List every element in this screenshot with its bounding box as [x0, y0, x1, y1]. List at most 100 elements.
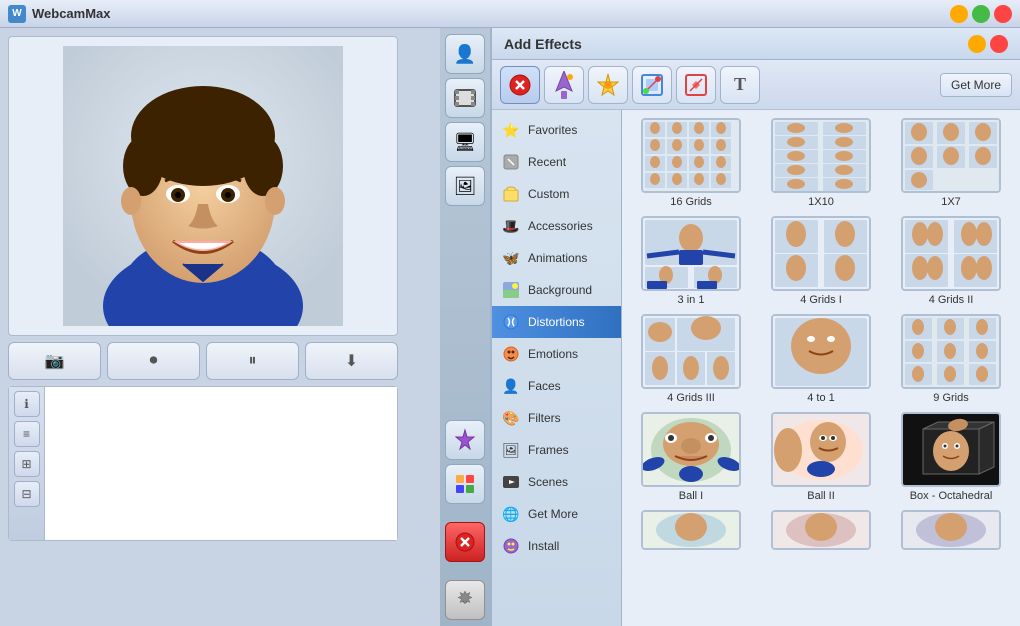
effect-16grids-label: 16 Grids — [670, 196, 712, 208]
strip-gear-button[interactable] — [445, 580, 485, 620]
maximize-button[interactable] — [972, 5, 990, 23]
tool-close-button[interactable] — [500, 66, 540, 104]
effect-4gridsiii-label: 4 Grids III — [667, 392, 715, 404]
category-install[interactable]: Install — [492, 530, 621, 562]
recent-label: Recent — [528, 155, 566, 169]
background-icon — [500, 279, 522, 301]
effect-ballii[interactable]: Ball II — [760, 412, 882, 502]
filters-label: Filters — [528, 411, 561, 425]
effect-balli[interactable]: Ball I — [630, 412, 752, 502]
tool-wizard-button[interactable] — [544, 66, 584, 104]
tool-text-button[interactable]: T — [720, 66, 760, 104]
frames-icon: 🖼 — [500, 439, 522, 461]
distortions-label: Distortions — [528, 315, 585, 329]
install-icon — [500, 535, 522, 557]
install-label: Install — [528, 539, 559, 553]
effect-balli-thumb — [641, 412, 741, 487]
background-label: Background — [528, 283, 592, 297]
animations-label: Animations — [528, 251, 587, 265]
effect-4gridsi[interactable]: 4 Grids I — [760, 216, 882, 306]
right-panel: Add Effects — [490, 28, 1020, 626]
category-emotions[interactable]: Emotions — [492, 338, 621, 370]
effect-4gridsiii[interactable]: 4 Grids III — [630, 314, 752, 404]
effect-9grids[interactable]: 9 Grids — [890, 314, 1012, 404]
effects-header-controls — [968, 35, 1008, 53]
strip-effects-button[interactable] — [445, 420, 485, 460]
effect-1x10[interactable]: 1X10 — [760, 118, 882, 208]
title-bar-controls — [950, 5, 1012, 23]
minimize-button[interactable] — [950, 5, 968, 23]
camera-button[interactable]: 📷 — [8, 342, 101, 380]
effect-1x7[interactable]: 1X7 — [890, 118, 1012, 208]
strip-screen-button[interactable]: 🖥 — [445, 122, 485, 162]
controls-row: 📷 ⏺ ⏸ ⬇ — [8, 342, 398, 380]
category-distortions[interactable]: Distortions — [492, 306, 621, 338]
category-faces[interactable]: 👤 Faces — [492, 370, 621, 402]
effect-3in1-thumb — [641, 216, 741, 291]
effect-4gridsii-label: 4 Grids II — [929, 294, 974, 306]
strip-film-button[interactable] — [445, 78, 485, 118]
category-animations[interactable]: 🦋 Animations — [492, 242, 621, 274]
effect-1x10-thumb — [771, 118, 871, 193]
record-button[interactable]: ⏺ — [107, 342, 200, 380]
download-button[interactable]: ⬇ — [305, 342, 398, 380]
category-favorites[interactable]: ⭐ Favorites — [492, 114, 621, 146]
getmore-label: Get More — [528, 507, 578, 521]
distortions-icon — [500, 311, 522, 333]
effects-title: Add Effects — [504, 36, 582, 52]
accessories-icon: 🎩 — [500, 215, 522, 237]
effect-balli-label: Ball I — [679, 490, 703, 502]
effects-close-button[interactable] — [990, 35, 1008, 53]
effects-body: ⭐ Favorites Recent — [492, 110, 1020, 626]
effects-grid: 16 Grids — [630, 118, 1012, 550]
effect-4gridsii[interactable]: 4 Grids II — [890, 216, 1012, 306]
strip-tools-button[interactable] — [445, 464, 485, 504]
category-scenes[interactable]: Scenes — [492, 466, 621, 498]
category-background[interactable]: Background — [492, 274, 621, 306]
close-button[interactable] — [994, 5, 1012, 23]
recent-icon — [500, 151, 522, 173]
category-accessories[interactable]: 🎩 Accessories — [492, 210, 621, 242]
effect-partial3[interactable] — [890, 510, 1012, 550]
effect-partial1-thumb — [641, 510, 741, 550]
layout-button[interactable]: ⊟ — [14, 481, 40, 507]
effect-partial2[interactable] — [760, 510, 882, 550]
list-button[interactable]: ≡ — [14, 421, 40, 447]
category-list: ⭐ Favorites Recent — [492, 110, 622, 626]
get-more-button[interactable]: Get More — [940, 73, 1012, 97]
tool-frame-button[interactable] — [632, 66, 672, 104]
effect-1x7-thumb — [901, 118, 1001, 193]
grid-button[interactable]: ⊞ — [14, 451, 40, 477]
strip-person-button[interactable]: 👤 — [445, 34, 485, 74]
effect-3in1[interactable]: 3 in 1 — [630, 216, 752, 306]
tool-effect2-button[interactable] — [676, 66, 716, 104]
app-title: WebcamMax — [32, 6, 111, 21]
effect-4to1[interactable]: 4 to 1 — [760, 314, 882, 404]
category-recent[interactable]: Recent — [492, 146, 621, 178]
pause-button[interactable]: ⏸ — [206, 342, 299, 380]
effect-box-thumb — [901, 412, 1001, 487]
effects-minimize-button[interactable] — [968, 35, 986, 53]
filters-icon: 🎨 — [500, 407, 522, 429]
strip-picture-button[interactable]: 🖼 — [445, 166, 485, 206]
effect-partial1[interactable] — [630, 510, 752, 550]
effect-box[interactable]: Box - Octahedral — [890, 412, 1012, 502]
effect-1x10-label: 1X10 — [808, 196, 834, 208]
category-filters[interactable]: 🎨 Filters — [492, 402, 621, 434]
effect-1x7-label: 1X7 — [941, 196, 961, 208]
category-getmore[interactable]: 🌐 Get More — [492, 498, 621, 530]
effect-ballii-thumb — [771, 412, 871, 487]
effect-16grids[interactable]: 16 Grids — [630, 118, 752, 208]
title-bar-left: W WebcamMax — [8, 5, 111, 23]
tool-effects-button[interactable] — [588, 66, 628, 104]
info-button[interactable]: ℹ — [14, 391, 40, 417]
effects-grid-container: 16 Grids — [622, 110, 1020, 626]
strip-stop-button[interactable] — [445, 522, 485, 562]
category-frames[interactable]: 🖼 Frames — [492, 434, 621, 466]
faces-icon: 👤 — [500, 375, 522, 397]
category-custom[interactable]: Custom — [492, 178, 621, 210]
effect-ballii-label: Ball II — [807, 490, 835, 502]
faces-label: Faces — [528, 379, 561, 393]
effect-4gridsi-label: 4 Grids I — [800, 294, 842, 306]
emotions-label: Emotions — [528, 347, 578, 361]
